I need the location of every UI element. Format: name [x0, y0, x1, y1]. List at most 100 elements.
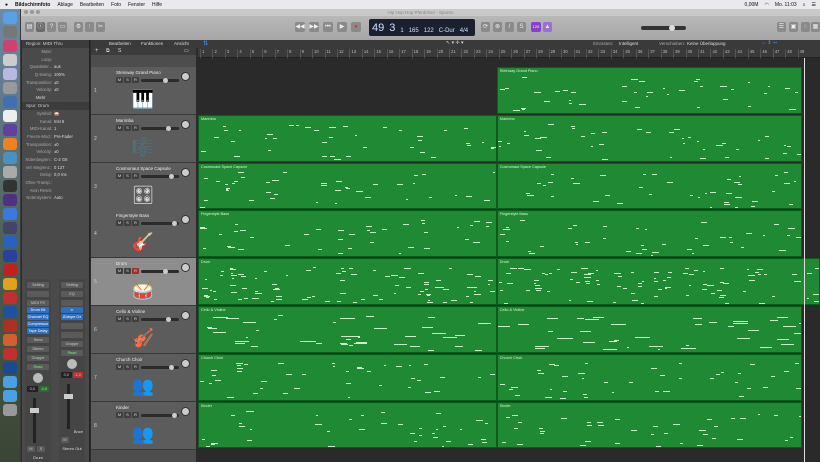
group-slot[interactable]: Gruppe [61, 341, 83, 347]
mute-button[interactable]: M [27, 446, 35, 452]
dock-app-icon[interactable] [3, 390, 17, 402]
inspector-value[interactable]: Auto [54, 194, 63, 202]
audio-fx-slot[interactable]: Compressor [27, 321, 49, 327]
inspector-row[interactable]: Delay: 0,0 ms [22, 171, 89, 179]
region-inspector-header[interactable]: Region: MIDI Thru [22, 40, 89, 48]
pan-knob[interactable] [181, 263, 190, 273]
pan-knob[interactable] [181, 311, 190, 320]
inspector-row[interactable]: Q-Swing: 100% [22, 71, 89, 79]
output-slot[interactable] [61, 332, 83, 338]
inspector-value[interactable]: ±0 [54, 79, 59, 87]
solo-button[interactable]: S [124, 124, 131, 131]
inspector-value[interactable]: 1 [54, 125, 56, 133]
dock-app-icon[interactable] [3, 334, 17, 346]
pan-knob[interactable] [181, 406, 190, 416]
library-button[interactable]: ▤ [25, 22, 34, 32]
replace-button[interactable]: ⊗ [493, 22, 502, 32]
inspector-row[interactable]: Velocity: ±0 [22, 86, 89, 94]
mute-button[interactable]: M [116, 172, 123, 179]
dock-app-icon[interactable] [3, 12, 17, 24]
playhead[interactable] [803, 58, 805, 462]
mixer-button[interactable]: ⫶ [85, 22, 94, 32]
play-button[interactable]: ▶ [337, 22, 347, 32]
track-name[interactable]: Kinder [116, 405, 129, 410]
pan-knob[interactable] [181, 215, 190, 225]
add-track-button[interactable]: + [95, 48, 99, 54]
dock-app-icon[interactable] [3, 404, 17, 416]
dock-app-icon[interactable] [3, 222, 17, 234]
record-button[interactable]: R [132, 220, 139, 227]
count-in-button[interactable]: 128 [531, 22, 541, 32]
menu-app[interactable]: Bildschirmfoto [15, 2, 50, 8]
record-button[interactable]: R [132, 411, 139, 418]
mute-button[interactable]: M [116, 77, 123, 83]
setting-button[interactable]: Setting [61, 282, 83, 288]
send-slot[interactable] [61, 323, 83, 329]
inspector-row[interactable]: Quantisier... aus [22, 63, 89, 71]
global-tracks-button[interactable]: ▭ [184, 48, 189, 54]
pan-knob[interactable] [181, 358, 190, 368]
record-button[interactable]: R [132, 77, 139, 83]
browser-button[interactable]: ▦ [811, 22, 820, 32]
dock-app-icon[interactable] [3, 236, 17, 248]
apple-menu-icon[interactable]: ● [5, 2, 8, 8]
track-header[interactable]: 6 Cello & Violine M S R 🎻 [91, 306, 196, 354]
group-slot[interactable]: Gruppe [27, 355, 49, 361]
inspector-value[interactable]: ±0 [54, 141, 59, 149]
midi-region[interactable]: Church Choir [496, 353, 802, 401]
audio-fx-slot[interactable]: Channel EQ [27, 314, 49, 320]
catch-playhead-icon[interactable]: ⇅ [203, 40, 208, 47]
inspector-value[interactable]: 100% [54, 71, 65, 79]
track-volume-slider[interactable] [141, 78, 179, 83]
instrument-slot[interactable]: ∞ [61, 307, 83, 313]
inspector-value[interactable]: 0,0 ms [54, 171, 67, 179]
zoom-icons[interactable]: ⇔ ⇕ ⇿ [761, 40, 777, 46]
forward-button[interactable]: ▶▶ [309, 22, 319, 32]
track-header[interactable]: 1 Steinway Grand Piano M S R 🎹 [91, 67, 196, 115]
volume-fader[interactable] [30, 398, 39, 443]
dock-app-icon[interactable] [3, 152, 17, 164]
solo-button[interactable]: S [124, 316, 131, 322]
send-slot[interactable]: Send [27, 337, 49, 343]
pointer-tool-menu[interactable]: ↖ ▾ ✛ ▾ [446, 40, 464, 46]
solo-button[interactable]: S [124, 268, 131, 275]
dock-app-icon[interactable] [3, 110, 17, 122]
track-name[interactable]: Cosmonaut Space Capsule [116, 166, 171, 171]
inspector-value[interactable]: Inst 8 [54, 118, 64, 126]
duplicate-track-button[interactable]: ⧉ [106, 48, 110, 54]
toolbar-toggle-button[interactable]: ▭ [58, 22, 67, 32]
menu-bearbeiten[interactable]: Bearbeiten [80, 2, 104, 8]
dock-app-icon[interactable] [3, 54, 17, 66]
inspector-row[interactable]: Ohne Transp.: [22, 179, 89, 187]
solo-button[interactable]: S [124, 363, 131, 370]
midi-fx-slot[interactable] [61, 300, 83, 306]
inspector-value[interactable]: ±0 [54, 86, 59, 94]
wifi-icon[interactable]: ◠ [764, 2, 768, 8]
clock[interactable]: Mo. 11:03 [775, 2, 797, 8]
cycle-button[interactable]: ⟳ [481, 22, 490, 32]
audio-fx-slot[interactable]: Tape Delay [27, 328, 49, 334]
notepad-button[interactable]: ▣ [789, 22, 798, 32]
midi-fx-slot[interactable]: MIDI FX [27, 300, 49, 306]
tuner-button[interactable]: / [505, 22, 514, 32]
dock-app-icon[interactable] [3, 250, 17, 262]
zoom-button[interactable] [36, 10, 40, 14]
midi-region[interactable]: Steinway Grand Piano [496, 67, 802, 114]
lcd-key[interactable]: C-Dur [439, 28, 455, 34]
dock-app-icon[interactable] [3, 348, 17, 360]
spotlight-icon[interactable]: ⌕ [803, 2, 806, 8]
quick-help-button[interactable]: ? [47, 22, 56, 32]
midi-region[interactable]: Cello & Violine [496, 306, 802, 353]
bounce-button[interactable]: Bnce [59, 429, 85, 434]
dock-app-icon[interactable] [3, 320, 17, 332]
mute-button[interactable]: M [116, 124, 123, 131]
menu-fenster[interactable]: Fenster [128, 2, 145, 8]
pan-knob[interactable] [181, 72, 190, 81]
automation-mode[interactable]: Read [61, 350, 83, 356]
midi-region[interactable]: Fingerstyle Bass [496, 210, 802, 258]
dock-app-icon[interactable] [3, 194, 17, 206]
dock-app-icon[interactable] [3, 278, 17, 290]
track-volume-slider[interactable] [141, 173, 179, 179]
audio-fx-slot[interactable]: iZotope Oz [61, 314, 83, 320]
track-volume-slider[interactable] [141, 221, 179, 227]
